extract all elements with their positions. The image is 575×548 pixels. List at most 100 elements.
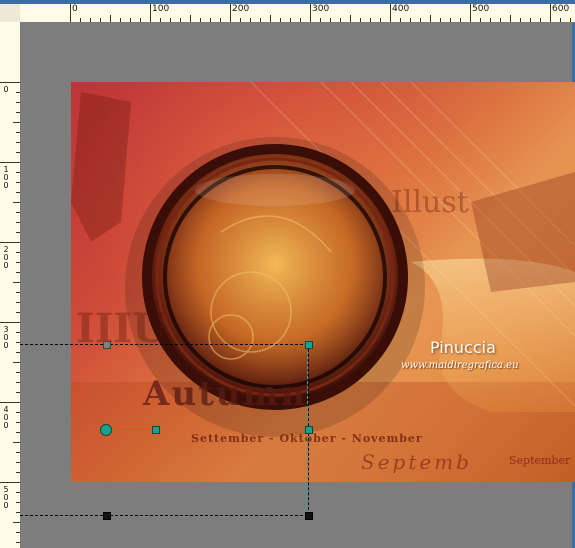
ruler-h-tick xyxy=(160,18,161,22)
ruler-h-tick xyxy=(200,18,201,22)
ruler-v-tick xyxy=(16,112,20,113)
ruler-v-tick xyxy=(0,82,20,83)
ruler-h-tick xyxy=(380,18,381,22)
ruler-h-tick xyxy=(270,15,271,22)
top-right-handle[interactable] xyxy=(305,341,313,349)
horizontal-ruler[interactable]: 0 100 200 300 400 500 600 xyxy=(20,4,575,23)
ruler-v-tick xyxy=(16,452,20,453)
ruler-v-tick xyxy=(0,402,20,403)
ruler-v-tick xyxy=(16,312,20,313)
ruler-v-label-400: 400 xyxy=(3,405,9,430)
ruler-h-tick xyxy=(310,4,311,22)
ruler-v-tick xyxy=(0,322,20,323)
ruler-v-tick xyxy=(16,232,20,233)
ruler-h-tick xyxy=(180,18,181,22)
ruler-h-tick xyxy=(100,18,101,22)
ruler-v-tick xyxy=(16,432,20,433)
ruler-h-tick xyxy=(320,18,321,22)
ruler-v-tick xyxy=(13,282,20,283)
ruler-h-label-0: 0 xyxy=(72,4,78,14)
ruler-h-tick xyxy=(130,18,131,22)
ruler-h-tick xyxy=(510,15,511,22)
ruler-h-tick xyxy=(370,18,371,22)
rotation-arm-end-handle[interactable] xyxy=(152,426,160,434)
ruler-v-label-0: 0 xyxy=(3,85,9,94)
artwork-illustration: IIIU Illust xyxy=(71,82,575,482)
ruler-v-tick xyxy=(13,122,20,123)
ruler-v-tick xyxy=(16,182,20,183)
ruler-v-tick xyxy=(16,172,20,173)
svg-text:Illust: Illust xyxy=(391,185,469,220)
ruler-v-tick xyxy=(16,272,20,273)
ruler-v-tick xyxy=(16,222,20,223)
ruler-v-tick xyxy=(16,392,20,393)
ruler-h-tick xyxy=(330,18,331,22)
ruler-v-tick xyxy=(13,362,20,363)
ruler-h-tick xyxy=(470,4,471,22)
ruler-v-tick xyxy=(16,262,20,263)
ruler-h-tick xyxy=(430,15,431,22)
ruler-v-tick xyxy=(16,532,20,533)
bottom-right-handle[interactable] xyxy=(305,512,313,520)
ruler-h-label-600: 600 xyxy=(552,4,570,14)
ruler-v-tick xyxy=(0,482,20,483)
ruler-v-tick xyxy=(16,252,20,253)
ruler-v-tick xyxy=(16,492,20,493)
ruler-corner xyxy=(0,4,21,23)
right-middle-handle[interactable] xyxy=(305,426,313,434)
ruler-v-tick xyxy=(16,462,20,463)
ruler-h-tick xyxy=(240,18,241,22)
ruler-v-tick xyxy=(0,162,20,163)
ruler-v-tick xyxy=(16,302,20,303)
ruler-h-tick xyxy=(280,18,281,22)
top-middle-handle[interactable] xyxy=(103,341,111,349)
ruler-v-tick xyxy=(16,102,20,103)
ruler-h-tick xyxy=(570,18,571,22)
ruler-v-tick xyxy=(13,442,20,443)
ruler-h-tick xyxy=(220,18,221,22)
ruler-h-tick xyxy=(120,18,121,22)
ruler-h-tick xyxy=(210,18,211,22)
ruler-v-tick xyxy=(16,332,20,333)
artwork-image[interactable]: IIIU Illust Autumn Settember - Oktober -… xyxy=(71,82,575,482)
ruler-h-tick xyxy=(450,18,451,22)
ruler-v-tick xyxy=(13,522,20,523)
rotation-handle-icon[interactable] xyxy=(100,424,112,436)
ruler-h-tick xyxy=(540,18,541,22)
ruler-v-tick xyxy=(16,472,20,473)
vertical-ruler[interactable]: 0 100 200 300 400 500 xyxy=(0,22,21,548)
ruler-h-tick xyxy=(300,18,301,22)
ruler-h-tick xyxy=(440,18,441,22)
ruler-v-tick xyxy=(16,292,20,293)
ruler-h-tick xyxy=(400,18,401,22)
ruler-v-tick xyxy=(16,92,20,93)
ruler-h-tick xyxy=(170,18,171,22)
ruler-v-tick xyxy=(16,372,20,373)
ruler-v-tick xyxy=(16,212,20,213)
ruler-v-tick xyxy=(16,342,20,343)
ruler-v-tick xyxy=(16,502,20,503)
watermark-site: www.maidiregrafica.eu xyxy=(401,360,519,371)
ruler-h-tick xyxy=(360,18,361,22)
ruler-v-tick xyxy=(16,132,20,133)
ruler-h-tick xyxy=(250,18,251,22)
ruler-h-label-500: 500 xyxy=(472,4,490,14)
ruler-h-tick xyxy=(530,18,531,22)
ruler-h-tick xyxy=(410,18,411,22)
ruler-v-label-300: 300 xyxy=(3,325,9,350)
ruler-h-label-200: 200 xyxy=(232,4,250,14)
ruler-h-tick xyxy=(70,4,71,22)
ruler-v-label-100: 100 xyxy=(3,165,9,190)
ruler-v-tick xyxy=(16,152,20,153)
ruler-v-tick xyxy=(16,352,20,353)
ruler-h-tick xyxy=(150,4,151,22)
watermark-name: Pinuccia xyxy=(430,338,496,357)
ruler-h-tick xyxy=(140,18,141,22)
selection-top-edge[interactable] xyxy=(20,344,308,345)
ruler-v-tick xyxy=(16,422,20,423)
bottom-middle-handle[interactable] xyxy=(103,512,111,520)
ruler-h-label-400: 400 xyxy=(392,4,410,14)
ruler-h-tick xyxy=(190,15,191,22)
ruler-h-tick xyxy=(520,18,521,22)
selection-bottom-edge[interactable] xyxy=(20,515,308,516)
